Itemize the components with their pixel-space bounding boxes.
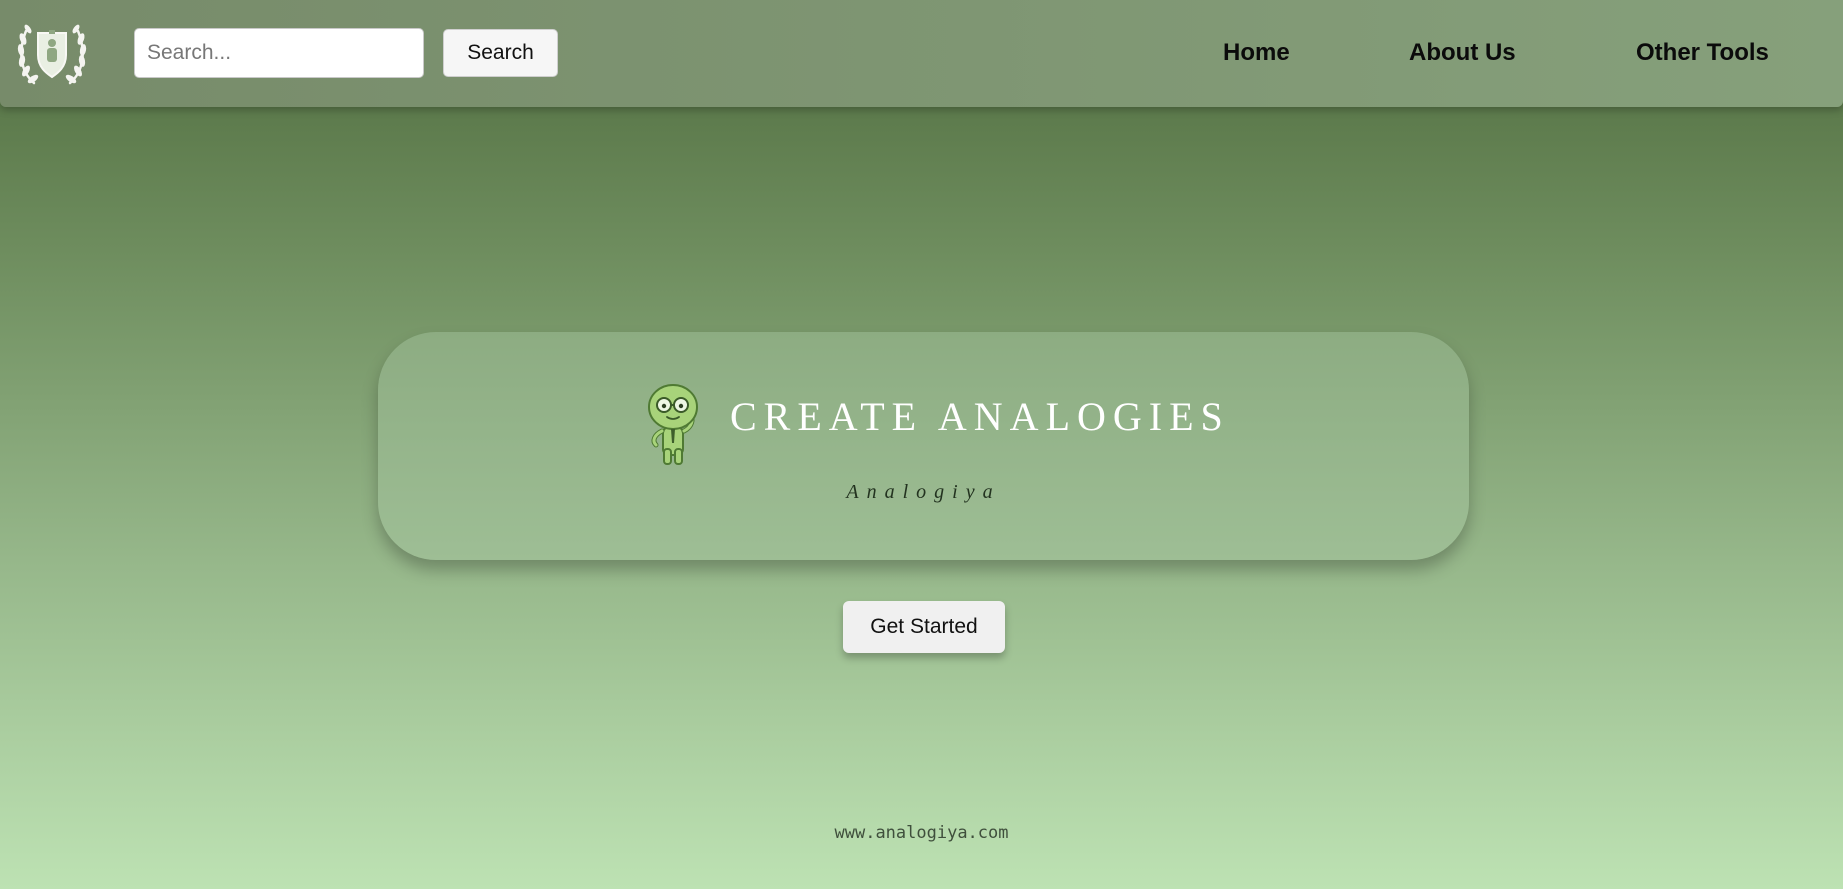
nav-link-about-us[interactable]: About Us bbox=[1409, 38, 1516, 68]
get-started-button[interactable]: Get Started bbox=[843, 601, 1005, 653]
search-input[interactable] bbox=[134, 28, 424, 78]
search-button[interactable]: Search bbox=[443, 29, 558, 77]
top-navbar: Search Home About Us Other Tools bbox=[0, 0, 1843, 107]
nav-link-home[interactable]: Home bbox=[1223, 38, 1290, 68]
laurel-shield-logo-icon[interactable] bbox=[14, 15, 90, 91]
nav-link-other-tools[interactable]: Other Tools bbox=[1636, 38, 1769, 68]
hero-title: CREATE ANALOGIES bbox=[730, 394, 1230, 439]
footer-url: www.analogiya.com bbox=[834, 823, 1009, 843]
hero-subtitle: Analogiya bbox=[846, 481, 1001, 503]
green-mascot-icon bbox=[648, 384, 698, 465]
hero-card bbox=[378, 332, 1469, 560]
